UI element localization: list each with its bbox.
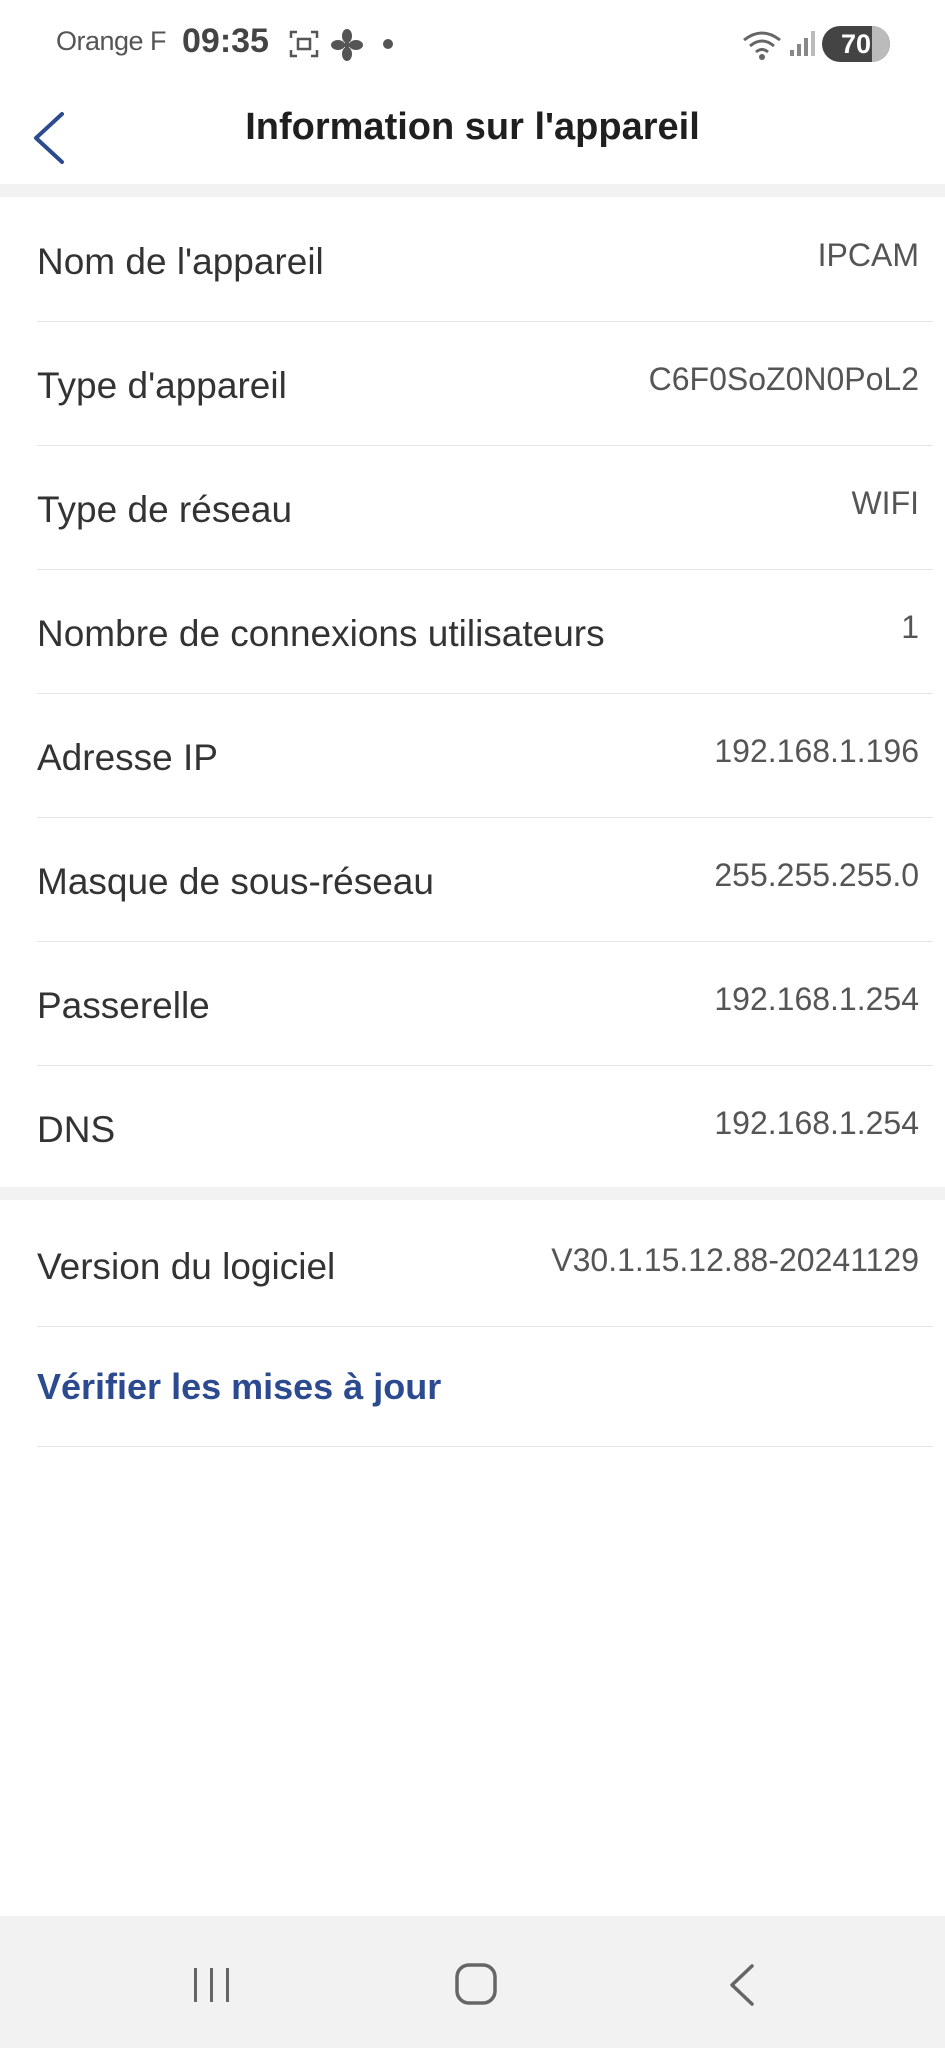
wifi-icon (743, 31, 781, 60)
status-bar: Orange F 09:35 70 (0, 0, 945, 88)
row-value: 192.168.1.254 (714, 1105, 919, 1141)
section-divider (0, 1187, 945, 1200)
row-label: Nombre de connexions utilisateurs (37, 613, 605, 654)
row-value: V30.1.15.12.88-20241129 (551, 1242, 919, 1278)
row-value: C6F0SoZ0N0PoL2 (648, 361, 919, 397)
row-label: Adresse IP (37, 737, 218, 778)
row-value: 192.168.1.254 (714, 981, 919, 1017)
home-icon (455, 1963, 497, 2005)
row-dns: DNS 192.168.1.254 (37, 1065, 933, 1189)
system-nav-bar (0, 1916, 945, 2048)
row-value: WIFI (851, 485, 919, 521)
row-device-name: Nom de l'appareil IPCAM (37, 197, 933, 322)
screenshot-icon (289, 30, 319, 58)
row-user-connections: Nombre de connexions utilisateurs 1 (37, 569, 933, 694)
row-software-version: Version du logiciel V30.1.15.12.88-20241… (37, 1202, 933, 1327)
recents-icon (194, 1968, 229, 2002)
row-label: Type d'appareil (37, 365, 287, 406)
header: Information sur l'appareil (0, 88, 945, 184)
row-label: Version du logiciel (37, 1246, 336, 1287)
row-device-type: Type d'appareil C6F0SoZ0N0PoL2 (37, 321, 933, 446)
page-title: Information sur l'appareil (245, 106, 700, 148)
row-label: Nom de l'appareil (37, 241, 324, 282)
home-button[interactable] (446, 1960, 506, 2010)
row-value: 1 (901, 609, 919, 645)
section-divider (0, 184, 945, 197)
battery-level: 70 (840, 29, 872, 59)
check-updates-link[interactable]: Vérifier les mises à jour (37, 1366, 441, 1408)
row-label: DNS (37, 1109, 116, 1150)
row-label: Passerelle (37, 985, 210, 1026)
battery-icon: 70 (822, 26, 890, 62)
row-value: 192.168.1.196 (714, 733, 919, 769)
recents-button[interactable] (182, 1960, 242, 2010)
row-value: IPCAM (817, 237, 919, 273)
signal-icon (790, 31, 815, 56)
row-network-type: Type de réseau WIFI (37, 445, 933, 570)
row-subnet-mask: Masque de sous-réseau 255.255.255.0 (37, 817, 933, 942)
row-label: Masque de sous-réseau (37, 861, 434, 902)
back-icon (730, 1964, 754, 2006)
clock: 09:35 (182, 22, 269, 60)
check-updates-button[interactable]: Vérifier les mises à jour (37, 1326, 933, 1447)
fan-icon (331, 29, 363, 61)
row-label: Type de réseau (37, 489, 293, 530)
carrier-label: Orange F (56, 26, 167, 56)
row-value: 255.255.255.0 (714, 857, 919, 893)
row-gateway: Passerelle 192.168.1.254 (37, 941, 933, 1066)
row-ip-address: Adresse IP 192.168.1.196 (37, 693, 933, 818)
notification-dot-icon (383, 39, 393, 49)
nav-back-button[interactable] (712, 1960, 772, 2010)
